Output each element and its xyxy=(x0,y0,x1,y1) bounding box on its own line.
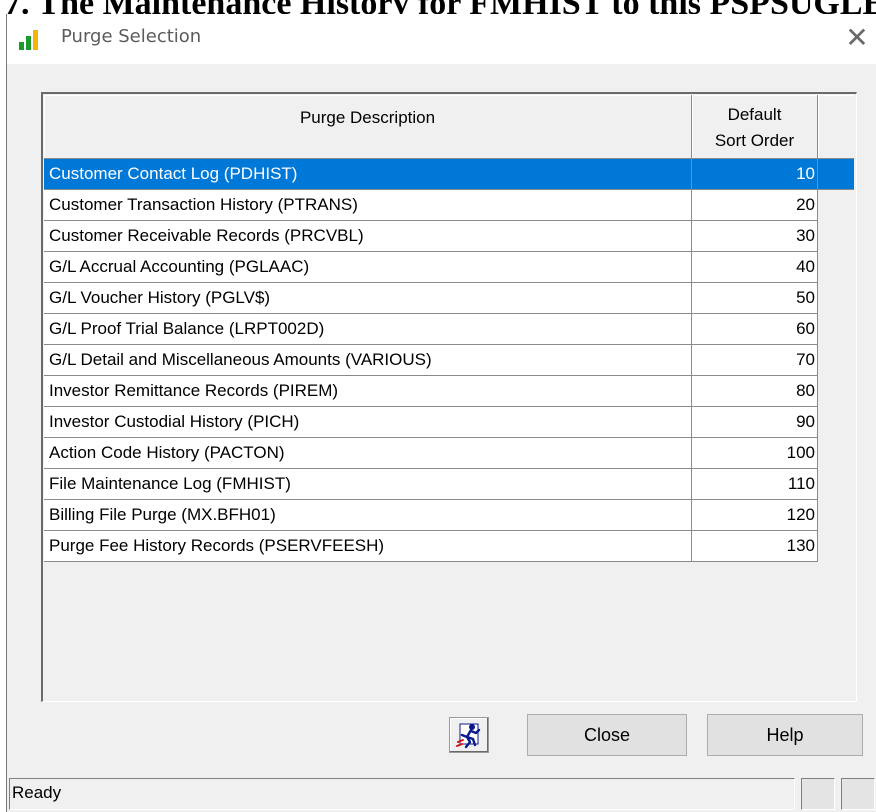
purge-description-cell[interactable]: G/L Proof Trial Balance (LRPT002D) xyxy=(44,314,692,345)
purge-description-cell[interactable]: Customer Receivable Records (PRCVBL) xyxy=(44,221,692,252)
sort-order-cell[interactable]: 50 xyxy=(692,283,818,314)
table-row[interactable]: G/L Voucher History (PGLV$) 50 xyxy=(44,283,856,314)
sort-order-cell[interactable]: 110 xyxy=(692,469,818,500)
sort-order-cell[interactable]: 120 xyxy=(692,500,818,531)
table-row[interactable]: G/L Accrual Accounting (PGLAAC) 40 xyxy=(44,252,856,283)
window-close-icon[interactable]: ✕ xyxy=(841,22,873,54)
bar-chart-app-icon xyxy=(17,28,43,50)
table-row[interactable]: G/L Proof Trial Balance (LRPT002D) 60 xyxy=(44,314,856,345)
grid-rows: Customer Contact Log (PDHIST) 10 Customer … xyxy=(44,159,856,562)
table-row[interactable]: File Maintenance Log (FMHIST) 110 xyxy=(44,469,856,500)
sort-order-cell[interactable]: 10 xyxy=(692,159,818,190)
table-row[interactable]: Customer Transaction History (PTRANS) 20 xyxy=(44,190,856,221)
running-man-icon xyxy=(456,723,481,749)
sort-order-cell[interactable]: 100 xyxy=(692,438,818,469)
purge-description-cell[interactable]: G/L Voucher History (PGLV$) xyxy=(44,283,692,314)
table-row[interactable]: Action Code History (PACTON) 100 xyxy=(44,438,856,469)
purge-description-cell[interactable]: Billing File Purge (MX.BFH01) xyxy=(44,500,692,531)
purge-description-cell[interactable]: G/L Detail and Miscellaneous Amounts (VA… xyxy=(44,345,692,376)
table-row[interactable]: Purge Fee History Records (PSERVFEESH) 13… xyxy=(44,531,856,562)
table-row[interactable]: G/L Detail and Miscellaneous Amounts (VA… xyxy=(44,345,856,376)
table-row[interactable]: Investor Remittance Records (PIREM) 80 xyxy=(44,376,856,407)
status-bar: Ready xyxy=(7,772,876,812)
close-button[interactable]: Close xyxy=(527,714,687,756)
window-title: Purge Selection xyxy=(61,26,202,47)
purge-selection-window: Purge Selection ✕ Purge Description Defa… xyxy=(6,14,876,812)
status-pane-2 xyxy=(841,778,875,810)
purge-description-cell[interactable]: File Maintenance Log (FMHIST) xyxy=(44,469,692,500)
sort-order-cell[interactable]: 70 xyxy=(692,345,818,376)
help-button[interactable]: Help xyxy=(707,714,863,756)
sort-order-cell[interactable]: 40 xyxy=(692,252,818,283)
status-pane-1 xyxy=(801,778,835,810)
purge-description-cell[interactable]: Customer Transaction History (PTRANS) xyxy=(44,190,692,221)
table-row[interactable]: Customer Receivable Records (PRCVBL) 30 xyxy=(44,221,856,252)
table-row[interactable]: Billing File Purge (MX.BFH01) 120 xyxy=(44,500,856,531)
column-header-default-sort-order[interactable]: Default Sort Order xyxy=(692,95,818,159)
sort-order-cell[interactable]: 60 xyxy=(692,314,818,345)
sort-order-cell[interactable]: 90 xyxy=(692,407,818,438)
sort-order-cell[interactable]: 30 xyxy=(692,221,818,252)
purge-grid[interactable]: Purge Description Default Sort Order Cus… xyxy=(41,92,857,702)
column-header-sort-line2: Sort Order xyxy=(714,131,795,150)
purge-description-cell[interactable]: Customer Contact Log (PDHIST) xyxy=(44,159,692,190)
selection-highlight-extension xyxy=(818,159,854,190)
column-header-purge-description-label: Purge Description xyxy=(299,108,436,127)
purge-description-cell[interactable]: Purge Fee History Records (PSERVFEESH) xyxy=(44,531,692,562)
column-header-sort-line1: Default xyxy=(727,105,782,124)
sort-order-cell[interactable]: 20 xyxy=(692,190,818,221)
sort-order-cell[interactable]: 130 xyxy=(692,531,818,562)
table-row-selected[interactable]: Customer Contact Log (PDHIST) 10 xyxy=(44,159,856,190)
run-purge-button[interactable] xyxy=(449,717,489,753)
purge-description-cell[interactable]: G/L Accrual Accounting (PGLAAC) xyxy=(44,252,692,283)
purge-description-cell[interactable]: Action Code History (PACTON) xyxy=(44,438,692,469)
table-row[interactable]: Investor Custodial History (PICH) 90 xyxy=(44,407,856,438)
title-bar[interactable]: Purge Selection ✕ xyxy=(7,14,876,64)
button-bar: Close Help xyxy=(7,714,876,764)
column-header-purge-description[interactable]: Purge Description xyxy=(44,95,692,159)
column-header-spacer xyxy=(818,95,854,159)
status-text: Ready xyxy=(9,778,795,810)
purge-description-cell[interactable]: Investor Custodial History (PICH) xyxy=(44,407,692,438)
purge-description-cell[interactable]: Investor Remittance Records (PIREM) xyxy=(44,376,692,407)
sort-order-cell[interactable]: 80 xyxy=(692,376,818,407)
grid-header-row: Purge Description Default Sort Order xyxy=(44,95,854,159)
